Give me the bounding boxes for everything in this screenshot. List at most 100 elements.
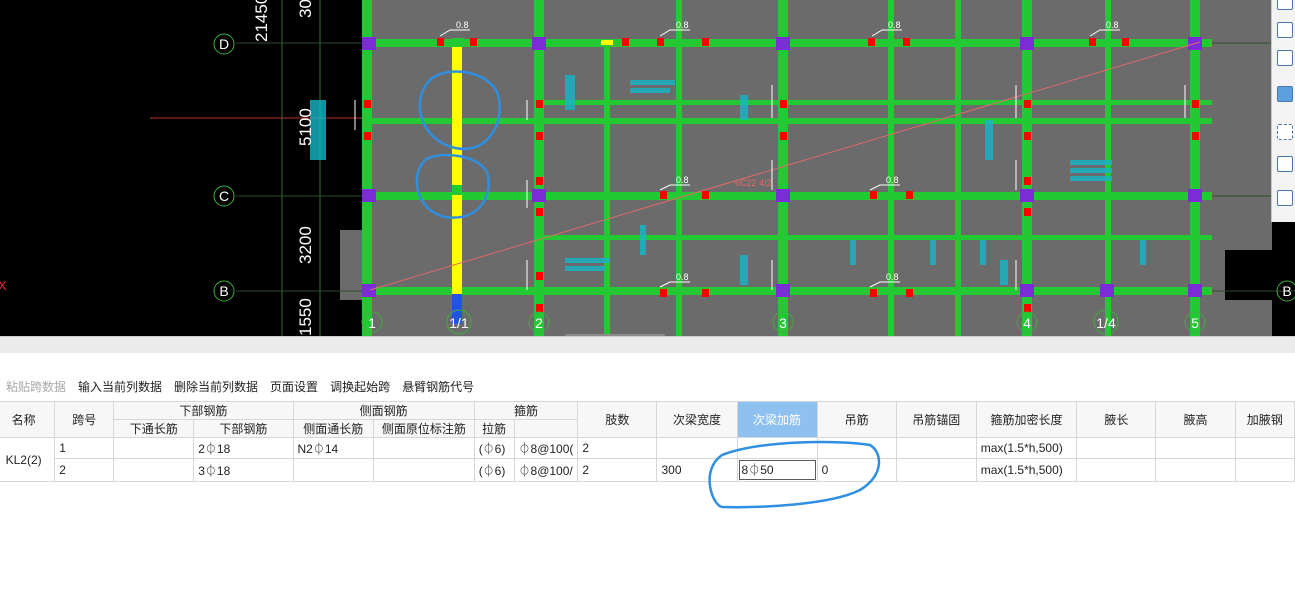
view-tool-palette xyxy=(1271,0,1295,222)
svg-text:2: 2 xyxy=(535,315,543,331)
secondary-width-cell[interactable]: 300 xyxy=(656,458,738,482)
secondary-width-cell[interactable] xyxy=(656,437,738,459)
haunch-height-cell[interactable] xyxy=(1155,458,1236,482)
col-header-stirrup[interactable]: 箍筋 xyxy=(473,401,579,420)
svg-text:1/4: 1/4 xyxy=(1096,315,1116,331)
col-header-haunch-bar[interactable]: 加腋钢 xyxy=(1234,401,1295,438)
col-header-tie[interactable]: 拉筋 xyxy=(473,419,515,438)
col-header-stirrup-sub xyxy=(513,419,579,438)
svg-text:300: 300 xyxy=(296,0,315,18)
stirrup-cell[interactable]: ⏀8@100/ xyxy=(513,458,579,482)
tie-cell[interactable]: (⏀6) xyxy=(473,458,515,482)
svg-text:C: C xyxy=(219,188,229,204)
origin-x-marker: X xyxy=(0,278,7,293)
svg-text:1/1: 1/1 xyxy=(449,315,469,331)
delete-column-data-button[interactable]: 删除当前列数据 xyxy=(168,374,264,400)
col-header-secondary-width[interactable]: 次梁宽度 xyxy=(656,401,738,438)
col-header-hanger-anchor[interactable]: 吊筋锚固 xyxy=(895,401,977,438)
svg-text:0.8: 0.8 xyxy=(886,272,899,282)
solid-view-icon[interactable] xyxy=(1277,86,1293,102)
slab-region xyxy=(362,0,1272,336)
col-header-bottom-bar[interactable]: 下部钢筋 xyxy=(193,419,294,438)
table-row[interactable]: 2 3⏀18 (⏀6) ⏀8@100/ 2 300 8⏀50 0 max(1.5… xyxy=(0,458,1295,482)
haunch-length-cell[interactable] xyxy=(1076,458,1157,482)
swap-start-span-button[interactable]: 调换起始跨 xyxy=(324,374,396,400)
svg-text:0.8: 0.8 xyxy=(676,20,689,30)
col-header-side-bars[interactable]: 侧面钢筋 xyxy=(292,401,475,420)
secondary-add-cell[interactable] xyxy=(736,437,818,459)
span-cell[interactable]: 1 xyxy=(54,437,115,459)
list-settings-icon[interactable] xyxy=(1277,190,1293,206)
selected-beam-highlight[interactable] xyxy=(452,44,462,294)
cantilever-rebar-code-button[interactable]: 悬臂钢筋代号 xyxy=(396,374,480,400)
haunch-height-cell[interactable] xyxy=(1155,437,1236,459)
side-through-cell[interactable] xyxy=(292,458,375,482)
dense-length-cell[interactable]: max(1.5*h,500) xyxy=(975,437,1078,459)
col-header-hanger[interactable]: 吊筋 xyxy=(816,401,897,438)
span-table: 名称 跨号 下部钢筋 侧面钢筋 箍筋 肢数 次梁宽度 次梁加筋 吊筋 吊筋锚固 … xyxy=(0,401,1295,482)
bottom-through-cell[interactable] xyxy=(113,437,195,459)
paste-span-data-button[interactable]: 粘贴跨数据 xyxy=(0,374,72,400)
bottom-through-cell[interactable] xyxy=(113,458,195,482)
secondary-add-input[interactable]: 8⏀50 xyxy=(738,460,816,480)
span-cell[interactable]: 2 xyxy=(54,458,115,482)
side-through-cell[interactable]: N2⏀14 xyxy=(292,437,375,459)
col-header-dense-length[interactable]: 箍筋加密长度 xyxy=(975,401,1078,438)
svg-text:B: B xyxy=(219,283,228,299)
col-header-haunch-height[interactable]: 腋高 xyxy=(1155,401,1236,438)
col-header-side-orig[interactable]: 侧面原位标注筋 xyxy=(373,419,475,438)
floor-plan-drawing[interactable]: 0.8 0.8 0.8 0.8 0.8 0.8 0.8 0.8 6C22 4/2 xyxy=(0,0,1295,336)
secondary-add-cell-editing[interactable]: 8⏀50 xyxy=(736,458,818,482)
bottom-bar-cell[interactable]: 3⏀18 xyxy=(193,458,294,482)
svg-text:1550: 1550 xyxy=(296,298,315,336)
object-view-icon[interactable] xyxy=(1277,156,1293,172)
col-header-span[interactable]: 跨号 xyxy=(54,401,115,438)
diagonal-label: 6C22 4/2 xyxy=(735,178,772,188)
tie-cell[interactable]: (⏀6) xyxy=(473,437,515,459)
col-header-name[interactable]: 名称 xyxy=(0,401,56,438)
col-header-secondary-add[interactable]: 次梁加筋 xyxy=(736,401,818,438)
hanger-cell[interactable] xyxy=(816,437,897,459)
col-header-bottom-through[interactable]: 下通长筋 xyxy=(113,419,195,438)
page-setup-button[interactable]: 页面设置 xyxy=(264,374,324,400)
haunch-bar-cell[interactable] xyxy=(1234,437,1295,459)
col-header-legs[interactable]: 肢数 xyxy=(577,401,658,438)
col-header-bottom-bars[interactable]: 下部钢筋 xyxy=(113,401,294,420)
haunch-bar-cell[interactable] xyxy=(1234,458,1295,482)
stirrup-cell[interactable]: ⏀8@100( xyxy=(513,437,579,459)
svg-text:D: D xyxy=(219,36,229,52)
side-orig-cell[interactable] xyxy=(373,437,475,459)
view-cube-icon[interactable] xyxy=(1277,0,1293,10)
input-column-data-button[interactable]: 输入当前列数据 xyxy=(72,374,168,400)
svg-text:0.8: 0.8 xyxy=(888,20,901,30)
col-header-side-through[interactable]: 侧面通长筋 xyxy=(292,419,375,438)
beam-highlight-stub xyxy=(601,40,613,45)
3d-view-icon[interactable] xyxy=(1277,22,1293,38)
cad-viewport[interactable]: 0.8 0.8 0.8 0.8 0.8 0.8 0.8 0.8 6C22 4/2 xyxy=(0,0,1295,336)
bottom-bar-cell[interactable]: 2⏀18 xyxy=(193,437,294,459)
hanger-cell[interactable]: 0 xyxy=(816,458,897,482)
select-box-icon[interactable] xyxy=(1277,124,1293,140)
table-toolbar: 粘贴跨数据 输入当前列数据 删除当前列数据 页面设置 调换起始跨 悬臂钢筋代号 xyxy=(0,374,480,400)
hanger-anchor-cell[interactable] xyxy=(895,458,977,482)
svg-text:3: 3 xyxy=(779,315,787,331)
hanger-anchor-cell[interactable] xyxy=(895,437,977,459)
svg-text:5: 5 xyxy=(1191,315,1199,331)
box-view-icon[interactable] xyxy=(1277,50,1293,66)
svg-text:B: B xyxy=(1282,283,1291,299)
legs-cell[interactable]: 2 xyxy=(577,437,658,459)
svg-text:0.8: 0.8 xyxy=(1106,20,1119,30)
legs-cell[interactable]: 2 xyxy=(577,458,658,482)
svg-text:21450: 21450 xyxy=(252,0,271,42)
panel-separator[interactable] xyxy=(0,336,1295,353)
beam-name-cell[interactable]: KL2(2) xyxy=(0,437,56,482)
selected-beam-mid xyxy=(452,185,462,195)
col-header-haunch-length[interactable]: 腋长 xyxy=(1076,401,1157,438)
dimension-texts: 21450 300 5100 3200 1550 xyxy=(252,0,315,336)
haunch-length-cell[interactable] xyxy=(1076,437,1157,459)
dense-length-cell[interactable]: max(1.5*h,500) xyxy=(975,458,1078,482)
side-orig-cell[interactable] xyxy=(373,458,475,482)
selected-beam-top xyxy=(452,38,464,47)
svg-text:5100: 5100 xyxy=(296,108,315,146)
table-row[interactable]: KL2(2) 1 2⏀18 N2⏀14 (⏀6) ⏀8@100( 2 max(1… xyxy=(0,437,1295,482)
